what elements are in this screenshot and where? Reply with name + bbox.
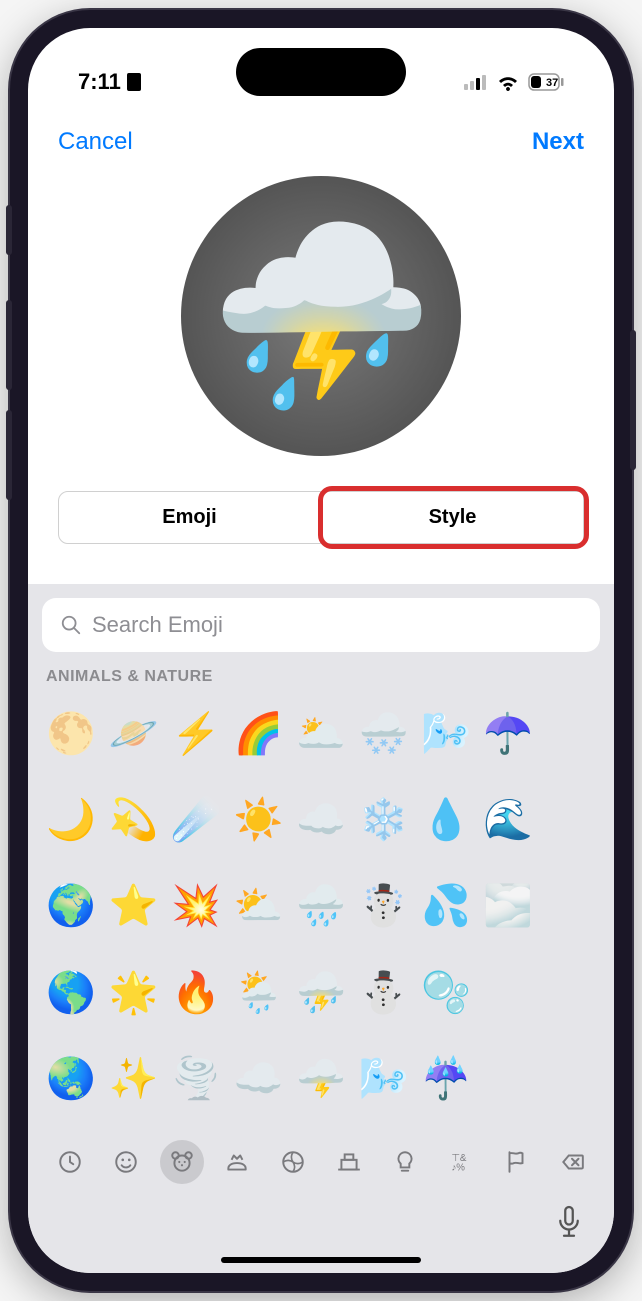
- emoji-cell: [542, 778, 600, 860]
- emoji-cell: [479, 951, 537, 1033]
- preview-area: ⛈️: [28, 166, 614, 491]
- emoji-cell[interactable]: ⭐: [104, 865, 162, 947]
- volume-up: [6, 300, 12, 390]
- emoji-cell[interactable]: ⛅: [229, 865, 287, 947]
- card-icon: [127, 73, 141, 91]
- emoji-cell[interactable]: ☁️: [229, 1038, 287, 1120]
- emoji-cell[interactable]: 🌩️: [292, 1038, 350, 1120]
- svg-text:♪%: ♪%: [452, 1163, 466, 1174]
- emoji-cell[interactable]: 💧: [417, 778, 475, 860]
- emoji-cell[interactable]: ⛄: [354, 951, 412, 1033]
- emoji-cell[interactable]: 💥: [167, 865, 225, 947]
- emoji-cell[interactable]: 🌨️: [354, 692, 412, 774]
- cat-objects[interactable]: [383, 1140, 427, 1184]
- cat-food[interactable]: [215, 1140, 259, 1184]
- emoji-cell[interactable]: ☃️: [354, 865, 412, 947]
- emoji-cell[interactable]: 🌪️: [167, 1038, 225, 1120]
- emoji-cell: [542, 951, 600, 1033]
- signal-icon: [464, 74, 488, 90]
- emoji-cell[interactable]: 🌟: [104, 951, 162, 1033]
- emoji-cell[interactable]: ❄️: [354, 778, 412, 860]
- mic-button[interactable]: [554, 1204, 584, 1245]
- segment-control: Emoji Style: [58, 491, 584, 544]
- next-button[interactable]: Next: [532, 128, 584, 156]
- segment-emoji[interactable]: Emoji: [58, 491, 321, 544]
- emoji-cell[interactable]: ⛈️: [292, 951, 350, 1033]
- search-placeholder: Search Emoji: [92, 612, 223, 638]
- emoji-cell[interactable]: 🌊: [479, 778, 537, 860]
- cat-recent[interactable]: [48, 1140, 92, 1184]
- emoji-cell[interactable]: ☀️: [229, 778, 287, 860]
- segment-style[interactable]: Style: [321, 491, 584, 544]
- emoji-keyboard: Search Emoji ANIMALS & NATURE 🌕🪐⚡🌈🌥️🌨️🌬️…: [28, 584, 614, 1273]
- emoji-cell[interactable]: ☔: [417, 1038, 475, 1120]
- cat-travel[interactable]: [327, 1140, 371, 1184]
- cat-smileys[interactable]: [104, 1140, 148, 1184]
- emoji-cell[interactable]: ☄️: [167, 778, 225, 860]
- emoji-cell[interactable]: 🌙: [42, 778, 100, 860]
- emoji-cell[interactable]: 🌈: [229, 692, 287, 774]
- emoji-cell[interactable]: ☁️: [292, 778, 350, 860]
- emoji-cell[interactable]: 🌕: [42, 692, 100, 774]
- status-time: 7:11: [78, 69, 121, 95]
- emoji-cell[interactable]: 💦: [417, 865, 475, 947]
- search-input[interactable]: Search Emoji: [42, 598, 600, 652]
- emoji-cell[interactable]: 🌬️: [417, 692, 475, 774]
- emoji-cell: [479, 1038, 537, 1120]
- svg-text:37: 37: [546, 77, 558, 89]
- dynamic-island: [236, 48, 406, 96]
- emoji-cell[interactable]: 🌎: [42, 951, 100, 1033]
- cancel-button[interactable]: Cancel: [58, 128, 133, 156]
- emoji-cell[interactable]: 🔥: [167, 951, 225, 1033]
- cat-animals[interactable]: [160, 1140, 204, 1184]
- emoji-cell[interactable]: 🫧: [417, 951, 475, 1033]
- emoji-cell: [542, 865, 600, 947]
- emoji-cell[interactable]: 🌦️: [229, 951, 287, 1033]
- emoji-cell[interactable]: ✨: [104, 1038, 162, 1120]
- emoji-grid: 🌕🪐⚡🌈🌥️🌨️🌬️☂️🌙💫☄️☀️☁️❄️💧🌊🌍⭐💥⛅🌧️☃️💦🌫️🌎🌟🔥🌦️…: [28, 690, 614, 1130]
- power-button: [630, 330, 636, 470]
- cat-symbols[interactable]: ⊤&♪%: [438, 1140, 482, 1184]
- delete-button[interactable]: [550, 1140, 594, 1184]
- emoji-cell[interactable]: 🌬️: [354, 1038, 412, 1120]
- preview-emoji: ⛈️: [209, 211, 433, 422]
- nav-bar: Cancel Next: [28, 108, 614, 166]
- emoji-cell[interactable]: 🌍: [42, 865, 100, 947]
- cat-activity[interactable]: [271, 1140, 315, 1184]
- search-icon: [60, 614, 82, 636]
- battery-icon: 37: [528, 73, 564, 91]
- screen: 7:11 37 Cancel Next ⛈️: [28, 28, 614, 1273]
- emoji-preview-circle[interactable]: ⛈️: [181, 176, 461, 456]
- emoji-cell[interactable]: 🌫️: [479, 865, 537, 947]
- emoji-cell[interactable]: 💫: [104, 778, 162, 860]
- wifi-icon: [496, 73, 520, 91]
- emoji-cell: [542, 1038, 600, 1120]
- emoji-cell: [542, 692, 600, 774]
- volume-down: [6, 410, 12, 500]
- emoji-cell[interactable]: 🪐: [104, 692, 162, 774]
- emoji-cell[interactable]: ☂️: [479, 692, 537, 774]
- cat-flags[interactable]: [494, 1140, 538, 1184]
- silence-switch: [6, 205, 12, 255]
- emoji-cell[interactable]: 🌥️: [292, 692, 350, 774]
- home-indicator[interactable]: [221, 1257, 421, 1263]
- phone-frame: 7:11 37 Cancel Next ⛈️: [10, 10, 632, 1291]
- emoji-cell[interactable]: 🌧️: [292, 865, 350, 947]
- emoji-cell[interactable]: 🌏: [42, 1038, 100, 1120]
- category-bar: ⊤&♪%: [28, 1130, 614, 1194]
- emoji-cell[interactable]: ⚡: [167, 692, 225, 774]
- category-label: ANIMALS & NATURE: [28, 662, 614, 690]
